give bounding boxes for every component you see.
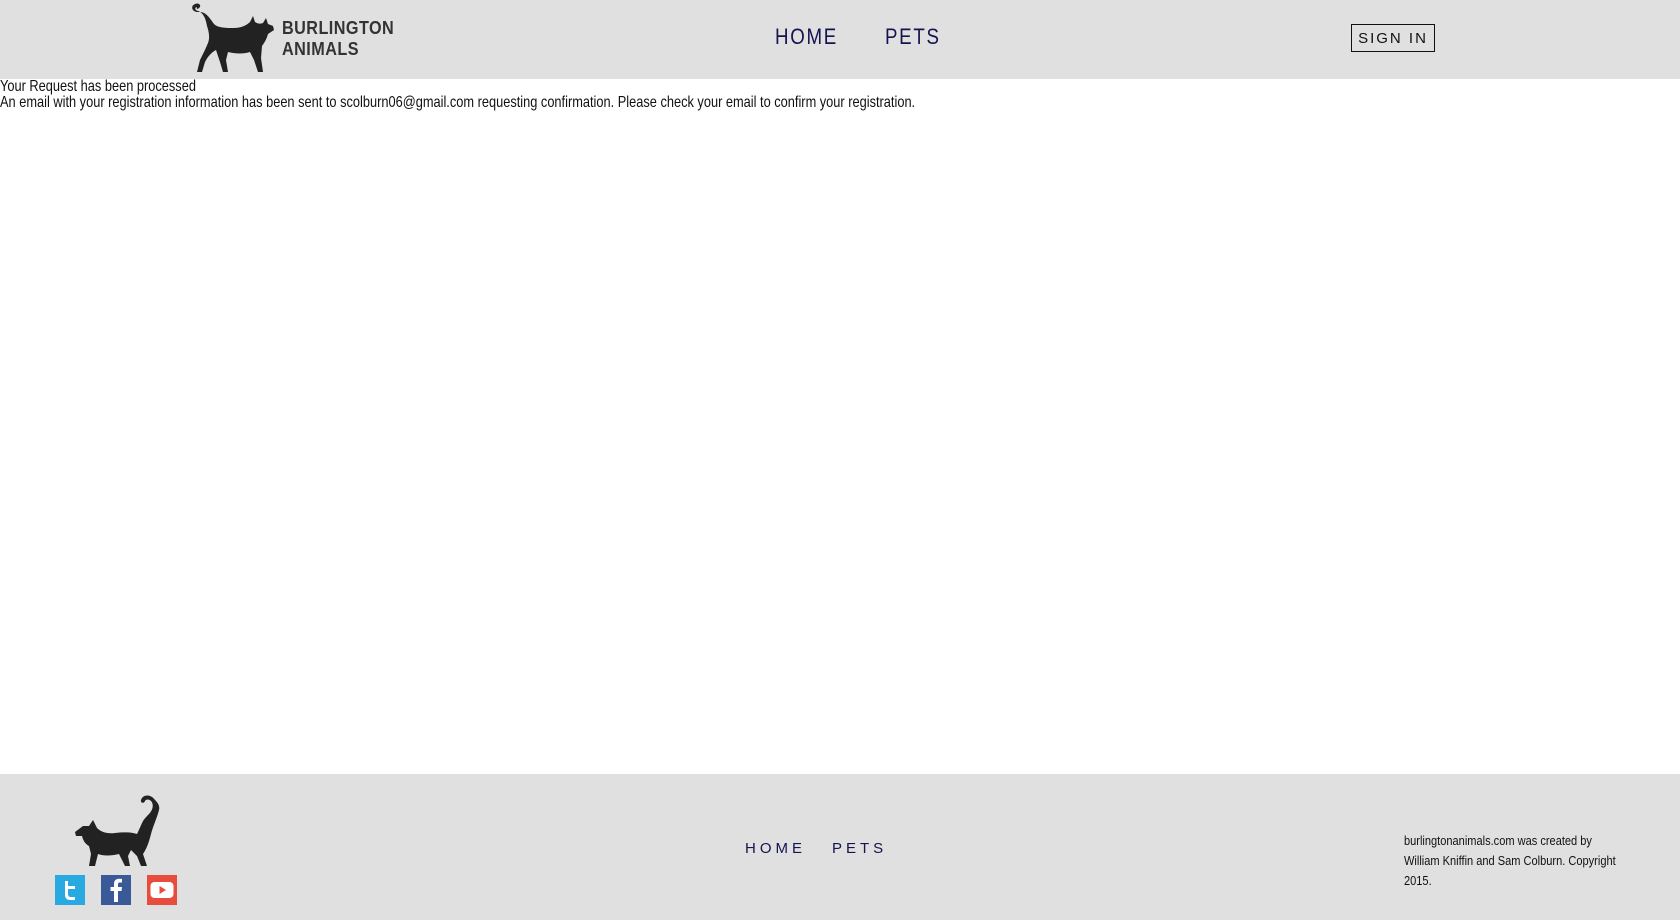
footer-credit: burlingtonanimals.com was created by Wil… <box>1404 833 1616 888</box>
facebook-icon[interactable] <box>101 875 131 905</box>
footer-nav-home[interactable]: HOME <box>745 840 806 857</box>
logo-line1: BURLINGTON <box>282 18 395 38</box>
main-nav: HOME PETS <box>775 24 950 50</box>
site-header: BURLINGTON ANIMALS HOME PETS SIGN IN <box>0 0 1680 79</box>
nav-pets[interactable]: PETS <box>885 24 941 50</box>
youtube-icon[interactable] <box>147 875 177 905</box>
page-title: Your Request has been processed <box>0 78 196 95</box>
main-content: Your Request has been processed An email… <box>0 79 1144 111</box>
logo-line2: ANIMALS <box>282 39 359 59</box>
confirmation-message: An email with your registration informat… <box>0 94 916 111</box>
site-logo[interactable]: BURLINGTON ANIMALS <box>188 2 407 76</box>
footer-nav-pets[interactable]: PETS <box>832 840 887 857</box>
site-footer: HOME PETS burlingtonanimals.com was crea… <box>0 774 1680 920</box>
social-links <box>55 875 177 905</box>
sign-in-button[interactable]: SIGN IN <box>1351 24 1435 52</box>
cat-logo-icon <box>192 3 274 72</box>
cat-logo-icon[interactable] <box>67 794 163 870</box>
nav-home[interactable]: HOME <box>775 24 838 50</box>
twitter-icon[interactable] <box>55 875 85 905</box>
logo-text: BURLINGTON ANIMALS <box>282 18 394 60</box>
footer-nav: HOME PETS <box>745 840 887 857</box>
